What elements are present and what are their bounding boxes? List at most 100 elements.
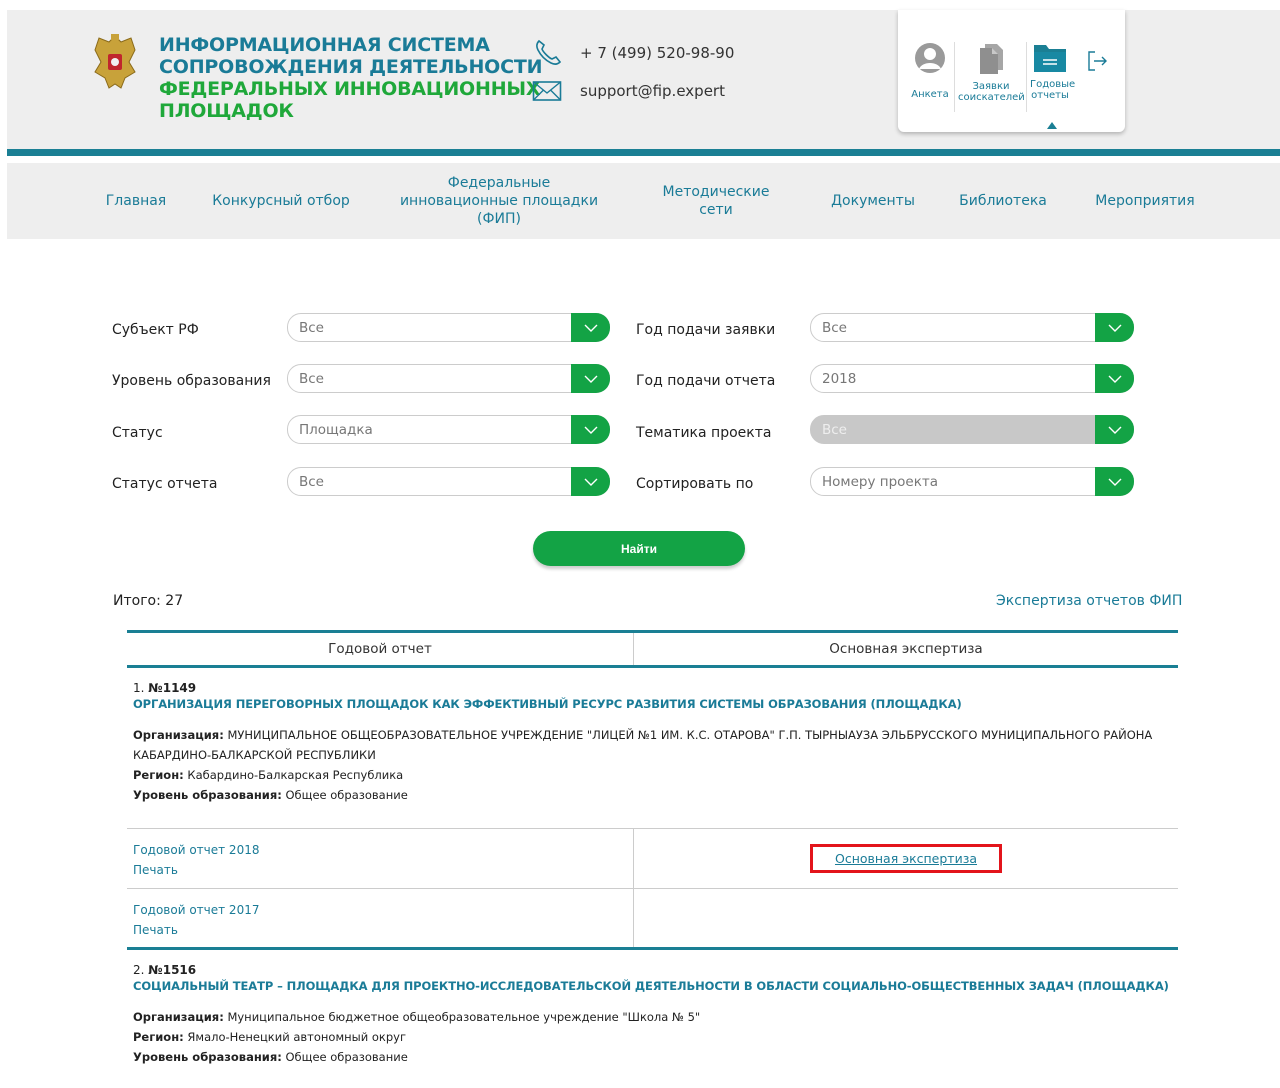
email-row: support@fip.expert	[532, 76, 734, 106]
project-index: 1.	[133, 681, 145, 695]
subject-select[interactable]: Все	[287, 313, 610, 342]
documents-icon	[980, 44, 1003, 74]
column-header-annual-report: Годовой отчет	[127, 633, 634, 665]
applications-button[interactable]: Заявки соискателей	[958, 42, 1025, 103]
annual-reports-label: Годовые	[1030, 79, 1076, 90]
fip-reports-expertise-link[interactable]: Экспертиза отчетов ФИП	[996, 593, 1182, 609]
nav-item-documents[interactable]: Документы	[829, 163, 917, 239]
print-link[interactable]: Печать	[133, 860, 633, 880]
profile-label: Анкета	[911, 89, 949, 100]
chevron-down-icon[interactable]	[571, 467, 610, 496]
level-field-label: Уровень образования:	[133, 788, 282, 802]
level-select[interactable]: Все	[287, 364, 610, 393]
report-cell: Годовой отчет 2017 Печать	[127, 889, 634, 948]
level-field-value: Общее образование	[285, 1050, 408, 1064]
nav-item-home[interactable]: Главная	[95, 163, 177, 239]
project-title-link[interactable]: ОРГАНИЗАЦИЯ ПЕРЕГОВОРНЫХ ПЛОЩАДОК КАК ЭФ…	[133, 695, 1172, 713]
applications-label: Заявки	[972, 81, 1010, 92]
annual-report-link[interactable]: Годовой отчет 2018	[133, 840, 633, 860]
annual-report-link[interactable]: Годовой отчет 2017	[133, 900, 633, 920]
active-pointer	[1047, 122, 1057, 129]
column-header-main-expertise: Основная экспертиза	[829, 641, 983, 657]
sort-select[interactable]: Номеру проекта	[810, 467, 1134, 496]
level-field-label: Уровень образования:	[133, 1050, 282, 1064]
status-value: Площадка	[299, 422, 373, 438]
site-title-line: ПЛОЩАДОК	[159, 100, 294, 122]
expertise-cell	[634, 889, 1178, 948]
region-label: Регион:	[133, 1030, 184, 1044]
chevron-down-icon[interactable]	[1095, 467, 1134, 496]
nav-item-events[interactable]: Мероприятия	[1090, 163, 1200, 239]
sort-value: Номеру проекта	[822, 474, 939, 490]
report-status-select[interactable]: Все	[287, 467, 610, 496]
logout-icon	[1088, 51, 1107, 71]
chevron-down-icon[interactable]	[571, 415, 610, 444]
subject-value: Все	[299, 320, 324, 336]
site-title-line: СОПРОВОЖДЕНИЯ ДЕЯТЕЛЬНОСТИ	[159, 56, 543, 78]
site-title-line: ФЕДЕРАЛЬНЫХ ИННОВАЦИОННЫХ	[159, 78, 541, 100]
search-button[interactable]: Найти	[533, 531, 745, 566]
project-record: 2. №1516 СОЦИАЛЬНЫЙ ТЕАТР – ПЛОЩАДКА ДЛЯ…	[127, 950, 1178, 1067]
table-header: Годовой отчет Основная экспертиза	[127, 630, 1178, 668]
nav-item-fip[interactable]: Федеральные инновационные площадки (ФИП)	[389, 163, 609, 239]
user-avatar-icon	[915, 43, 945, 73]
report-status-value: Все	[299, 474, 324, 490]
site-header: ИНФОРМАЦИОННАЯ СИСТЕМА СОПРОВОЖДЕНИЯ ДЕЯ…	[7, 10, 1280, 156]
project-record: 1. №1149 ОРГАНИЗАЦИЯ ПЕРЕГОВОРНЫХ ПЛОЩАД…	[127, 668, 1178, 828]
applications-label: соискателей	[958, 92, 1025, 103]
folder-icon	[1034, 45, 1066, 72]
report-year-value: 2018	[822, 371, 857, 387]
profile-button[interactable]: Анкета	[910, 42, 950, 100]
separator	[1026, 42, 1027, 112]
annual-reports-button[interactable]: Годовые отчеты	[1030, 42, 1076, 101]
reports-table: Годовой отчет Основная экспертиза 1. №11…	[127, 630, 1178, 828]
project-number: 1. №1149	[133, 681, 1172, 695]
report-status-label: Статус отчета	[112, 476, 218, 492]
chevron-down-icon[interactable]	[1095, 364, 1134, 393]
project-level: Уровень образования: Общее образование	[133, 785, 1172, 805]
report-year-select[interactable]: 2018	[810, 364, 1134, 393]
org-value: Муниципальное бюджетное общеобразователь…	[227, 1010, 701, 1024]
org-value: МУНИЦИПАЛЬНОЕ ОБЩЕОБРАЗОВАТЕЛЬНОЕ УЧРЕЖД…	[133, 728, 1153, 762]
project-organization: Организация: МУНИЦИПАЛЬНОЕ ОБЩЕОБРАЗОВАТ…	[133, 725, 1172, 765]
level-value: Все	[299, 371, 324, 387]
nav-item-competition[interactable]: Конкурсный отбор	[211, 163, 351, 239]
nav-item-method-networks[interactable]: Методические сети	[645, 163, 787, 239]
expertise-cell: Основная экспертиза	[634, 829, 1178, 888]
chevron-down-icon	[1095, 415, 1134, 444]
topic-label: Тематика проекта	[636, 425, 772, 441]
region-value: Ямало-Ненецкий автономный округ	[187, 1030, 406, 1044]
site-title-line: ИНФОРМАЦИОННАЯ СИСТЕМА	[159, 34, 490, 56]
table-row: Годовой отчет 2018 Печать Основная экспе…	[127, 828, 1178, 888]
coat-of-arms-logo[interactable]	[91, 32, 139, 92]
chevron-down-icon[interactable]	[1095, 313, 1134, 342]
chevron-down-icon[interactable]	[571, 313, 610, 342]
report-year-label: Год подачи отчета	[636, 373, 776, 389]
status-select[interactable]: Площадка	[287, 415, 610, 444]
org-label: Организация:	[133, 1010, 224, 1024]
chevron-down-icon[interactable]	[571, 364, 610, 393]
print-link[interactable]: Печать	[133, 920, 633, 940]
project-region: Регион: Кабардино-Балкарская Республика	[133, 765, 1172, 785]
phone-number[interactable]: + 7 (499) 520-98-90	[580, 44, 734, 62]
org-label: Организация:	[133, 728, 224, 742]
phone-row: + 7 (499) 520-98-90	[532, 38, 734, 68]
app-year-label: Год подачи заявки	[636, 322, 776, 338]
region-label: Регион:	[133, 768, 184, 782]
project-region: Регион: Ямало-Ненецкий автономный округ	[133, 1027, 1172, 1047]
envelope-icon	[532, 81, 562, 101]
app-year-select[interactable]: Все	[810, 313, 1134, 342]
project-id: №1516	[148, 963, 197, 977]
email-address[interactable]: support@fip.expert	[580, 82, 725, 100]
user-panel: Анкета Заявки соискателей Годовые отчеты	[898, 10, 1125, 132]
main-expertise-link[interactable]: Основная экспертиза	[809, 844, 1003, 873]
project-title-link[interactable]: СОЦИАЛЬНЫЙ ТЕАТР – ПЛОЩАДКА ДЛЯ ПРОЕКТНО…	[133, 977, 1172, 995]
site-title[interactable]: ИНФОРМАЦИОННАЯ СИСТЕМА СОПРОВОЖДЕНИЯ ДЕЯ…	[159, 34, 543, 122]
total-count: Итого: 27	[113, 593, 184, 609]
logout-button[interactable]	[1084, 50, 1110, 75]
reports-table-continued: 2. №1516 СОЦИАЛЬНЫЙ ТЕАТР – ПЛОЩАДКА ДЛЯ…	[127, 950, 1178, 1067]
level-field-value: Общее образование	[285, 788, 408, 802]
nav-item-library[interactable]: Библиотека	[959, 163, 1047, 239]
project-organization: Организация: Муниципальное бюджетное общ…	[133, 1007, 1172, 1027]
contacts: + 7 (499) 520-98-90 support@fip.expert	[532, 38, 734, 114]
